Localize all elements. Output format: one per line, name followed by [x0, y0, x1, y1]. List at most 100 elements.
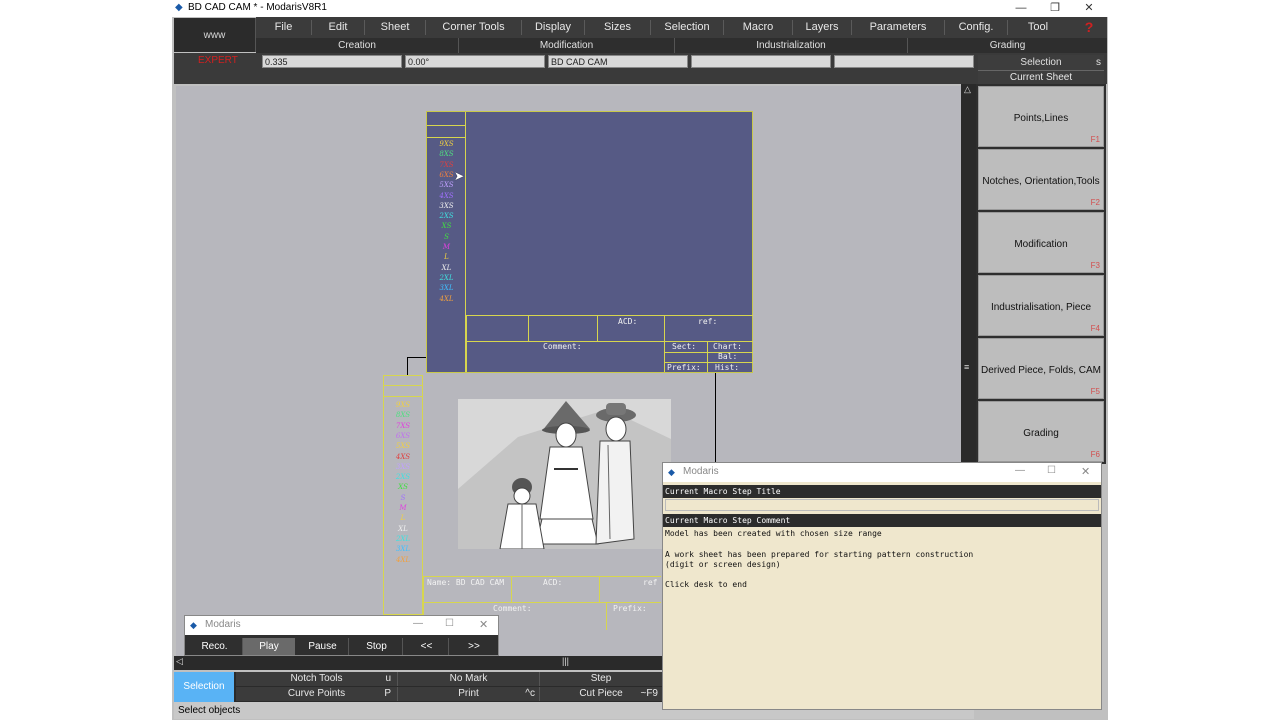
size-label[interactable]: 2XS	[427, 212, 466, 220]
horizontal-scrollbar[interactable]: ◁ |||	[174, 656, 663, 670]
reco-button[interactable]: Reco.	[187, 638, 243, 655]
size-label[interactable]: 7XS	[383, 422, 423, 430]
close-button[interactable]: ✕	[1081, 465, 1090, 478]
pause-button[interactable]: Pause	[297, 638, 349, 655]
panel-points-lines-button[interactable]: Points,Lines F1	[978, 86, 1104, 147]
submenu-creation[interactable]: Creation	[256, 38, 459, 53]
step-title-field[interactable]	[665, 499, 1099, 511]
size-label[interactable]: 2XS	[383, 473, 423, 481]
size-label[interactable]: M	[383, 504, 423, 512]
menu-tool[interactable]: Tool	[1008, 17, 1068, 38]
size-label[interactable]: 4XL	[383, 556, 423, 564]
size-label[interactable]: 4XS	[383, 453, 423, 461]
cut-piece-button[interactable]: Cut Piece ~F9	[540, 687, 663, 701]
panel-button-key: F5	[1090, 387, 1100, 396]
stop-button[interactable]: Stop	[351, 638, 403, 655]
size-label[interactable]: XL	[427, 264, 466, 272]
menu-file[interactable]: File	[256, 17, 311, 38]
cut-piece-key: ~F9	[640, 688, 658, 699]
size-label[interactable]: 3XS	[383, 463, 423, 471]
notch-tools-button[interactable]: Notch Tools u	[236, 672, 398, 686]
scroll-grip-icon[interactable]: ≡	[964, 362, 969, 372]
panel-grading-button[interactable]: Grading F6	[978, 401, 1104, 462]
size-label[interactable]: 9XS	[427, 140, 466, 148]
menu-macro[interactable]: Macro	[724, 17, 792, 38]
size-label[interactable]: XS	[427, 222, 466, 230]
rewind-button[interactable]: <<	[405, 638, 449, 655]
size-label[interactable]: 6XS	[383, 432, 423, 440]
value-field-5[interactable]	[834, 55, 974, 68]
forward-button[interactable]: >>	[451, 638, 497, 655]
maximize-button[interactable]: ☐	[445, 618, 454, 629]
help-icon[interactable]: ?	[1074, 17, 1104, 38]
minimize-button[interactable]: —	[1015, 465, 1025, 476]
size-label[interactable]: 8XS	[383, 411, 423, 419]
title-block-divider	[707, 341, 708, 372]
angle-field[interactable]: 0.00°	[405, 55, 545, 68]
curve-points-button[interactable]: Curve Points P	[236, 687, 398, 701]
scroll-left-icon[interactable]: ◁	[176, 656, 183, 667]
menu-layers[interactable]: Layers	[793, 17, 851, 38]
selection-mode-button[interactable]: Selection	[174, 672, 234, 702]
size-label[interactable]: 3XS	[427, 202, 466, 210]
minimize-button[interactable]: —	[413, 618, 423, 629]
comment-line: (digit or screen design)	[665, 559, 781, 569]
size-label[interactable]: 7XS	[427, 161, 466, 169]
no-mark-button[interactable]: No Mark	[398, 672, 540, 686]
step-button[interactable]: Step	[540, 672, 663, 686]
menu-selection[interactable]: Selection	[651, 17, 723, 38]
macro-player-window: ◆ Modaris — ☐ ✕ Reco. Play Pause Stop <<…	[184, 615, 499, 656]
notch-tools-key: u	[385, 673, 391, 684]
bal-label: Bal:	[718, 352, 738, 361]
name-field[interactable]: BD CAD CAM	[548, 55, 688, 68]
selection-header[interactable]: Selection s	[978, 55, 1104, 70]
size-label[interactable]: 9XS	[383, 401, 423, 409]
size-label[interactable]: XS	[383, 483, 423, 491]
size-label[interactable]: S	[427, 233, 466, 241]
submenu-modification[interactable]: Modification	[459, 38, 675, 53]
sheet-main[interactable]: 9XS 8XS 7XS 6XS 5XS 4XS 3XS 2XS XS S M L XL 2XL 3XL 4XL…	[426, 111, 753, 373]
size-label[interactable]: L	[383, 514, 423, 522]
step-title-label: Current Macro Step Title	[663, 485, 1101, 498]
size-label[interactable]: XL	[383, 525, 423, 533]
panel-button-label: Derived Piece, Folds, CAM	[980, 365, 1102, 376]
submenu-industrialization[interactable]: Industrialization	[675, 38, 908, 53]
size-label[interactable]: 8XS	[427, 150, 466, 158]
scroll-up-icon[interactable]: △	[964, 84, 971, 95]
scroll-grip-icon[interactable]: |||	[562, 656, 569, 666]
menu-display[interactable]: Display	[522, 17, 584, 38]
menu-edit[interactable]: Edit	[312, 17, 364, 38]
menu-config[interactable]: Config.	[945, 17, 1007, 38]
panel-notches-button[interactable]: Notches, Orientation,Tools F2	[978, 149, 1104, 210]
value-field-1[interactable]: 0.335	[262, 55, 402, 68]
panel-industrialisation-button[interactable]: Industrialisation, Piece F4	[978, 275, 1104, 336]
hist-label: Hist:	[715, 363, 740, 372]
print-button[interactable]: Print ^c	[398, 687, 540, 701]
size-label[interactable]: S	[383, 494, 423, 502]
panel-modification-button[interactable]: Modification F3	[978, 212, 1104, 273]
size-label[interactable]: L	[427, 253, 466, 261]
maximize-button[interactable]: ❐	[1038, 0, 1072, 17]
close-button[interactable]: ✕	[479, 618, 488, 631]
menu-sizes[interactable]: Sizes	[585, 17, 650, 38]
size-label[interactable]: 4XL	[427, 295, 466, 303]
play-button[interactable]: Play	[243, 638, 295, 655]
size-label[interactable]: 5XS	[383, 442, 423, 450]
value-field-4[interactable]	[691, 55, 831, 68]
size-label[interactable]: 4XS	[427, 192, 466, 200]
minimize-button[interactable]: —	[1004, 0, 1038, 17]
title-block-divider	[511, 576, 512, 602]
size-label[interactable]: 2XL	[383, 535, 423, 543]
maximize-button[interactable]: ☐	[1047, 465, 1056, 476]
size-label[interactable]: 2XL	[427, 274, 466, 282]
www-button[interactable]: www	[174, 18, 256, 52]
size-label[interactable]: 3XL	[383, 545, 423, 553]
menu-parameters[interactable]: Parameters	[852, 17, 944, 38]
menu-corner-tools[interactable]: Corner Tools	[426, 17, 521, 38]
size-label[interactable]: 3XL	[427, 284, 466, 292]
close-button[interactable]: ✕	[1072, 0, 1106, 17]
menu-sheet[interactable]: Sheet	[365, 17, 425, 38]
panel-derived-piece-button[interactable]: Derived Piece, Folds, CAM F5	[978, 338, 1104, 399]
size-label[interactable]: M	[427, 243, 466, 251]
submenu-grading[interactable]: Grading	[908, 38, 1107, 53]
